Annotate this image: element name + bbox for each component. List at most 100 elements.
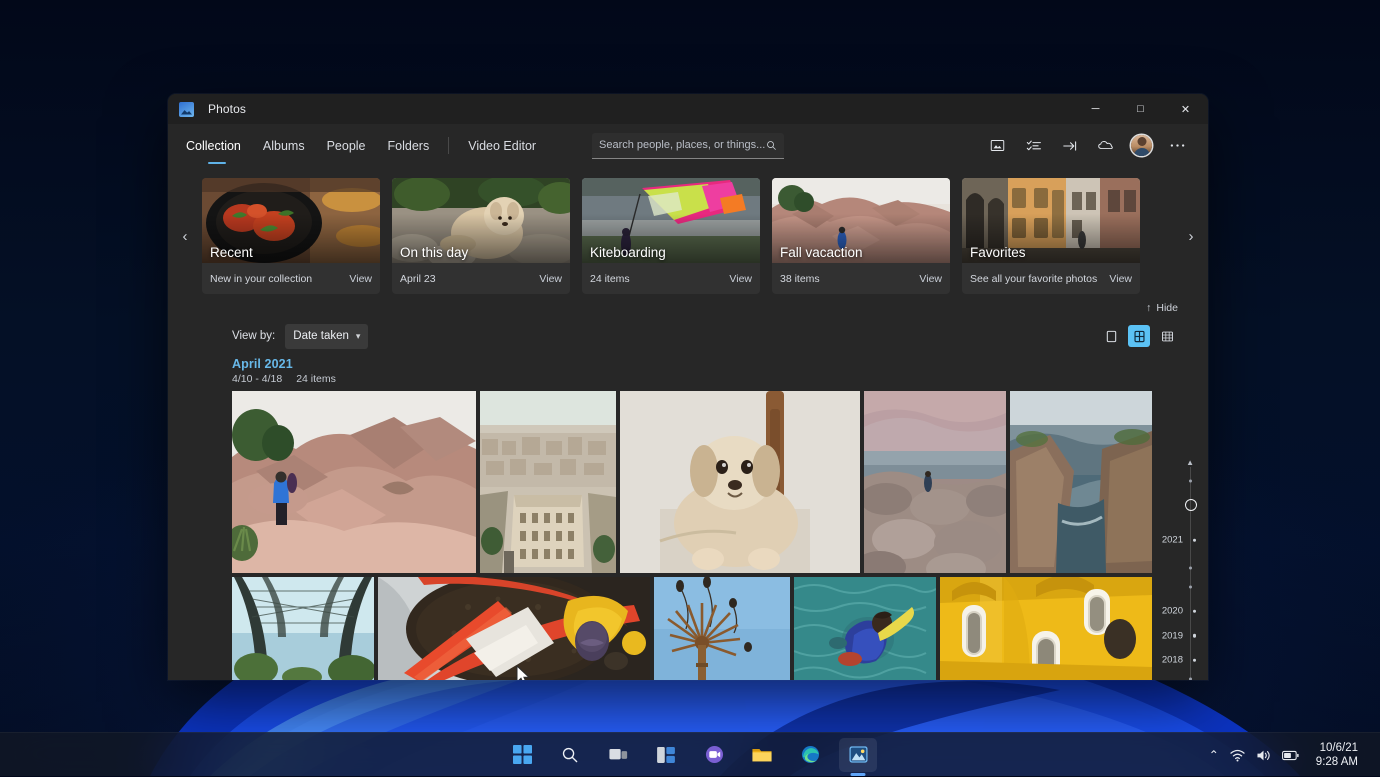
scrubber-dot <box>1189 678 1192 680</box>
wifi-icon[interactable] <box>1230 749 1245 762</box>
scrubber-year-2018[interactable]: 2018 <box>1162 655 1183 666</box>
layout-single-large-button[interactable] <box>1100 325 1122 347</box>
card-view-link[interactable]: View <box>349 273 372 285</box>
card-view-link[interactable]: View <box>919 273 942 285</box>
card-title: Kiteboarding <box>590 245 666 260</box>
scrubber-year-label: 2019 <box>1162 630 1183 641</box>
taskbar: ⌃ 10/6/21 9:28 AM <box>0 732 1380 776</box>
taskbar-icons <box>503 738 877 772</box>
onedrive-cloud-icon[interactable] <box>1089 131 1122 161</box>
card-view-link[interactable]: View <box>539 273 562 285</box>
widgets-icon[interactable] <box>647 738 685 772</box>
photo-swimmer[interactable] <box>794 577 936 680</box>
photos-app-icon <box>179 102 194 117</box>
layout-grid-medium-button[interactable] <box>1128 325 1150 347</box>
date-group-title[interactable]: April 2021 <box>232 357 1208 371</box>
layout-toggle-group <box>1100 325 1178 347</box>
tab-people[interactable]: People <box>316 124 377 167</box>
ellipsis-icon[interactable] <box>1161 131 1194 161</box>
photo-coast-cliff[interactable] <box>1010 391 1152 573</box>
scrubber-up-arrow[interactable]: ▲ <box>1186 459 1194 467</box>
chevron-down-icon: ▾ <box>356 331 361 342</box>
photo-row <box>232 391 1174 573</box>
search-taskbar-icon[interactable] <box>551 738 589 772</box>
file-explorer-icon[interactable] <box>743 738 781 772</box>
card-footer: 24 items View <box>582 263 760 294</box>
hide-carousel-row[interactable]: ↑ Hide <box>168 297 1208 319</box>
photo-red-ramp[interactable] <box>378 577 650 680</box>
photo-yellow-palace[interactable] <box>940 577 1152 680</box>
photos-app-window: Photos ─ □ ✕ Collection Albums People Fo… <box>168 94 1208 680</box>
search-box[interactable] <box>592 133 784 159</box>
scrubber-track[interactable]: 2021 2020 2019 2018 2017 <box>1157 467 1203 680</box>
tray-chevron-up-icon[interactable]: ⌃ <box>1209 748 1219 762</box>
volume-icon[interactable] <box>1256 749 1271 762</box>
view-by-dropdown[interactable]: Date taken ▾ <box>285 324 368 349</box>
scrubber-year-label: 2020 <box>1162 606 1183 617</box>
photo-beach-rocks[interactable] <box>864 391 1006 573</box>
photo-eiffel-tower[interactable] <box>232 577 374 680</box>
photos-taskbar-icon[interactable] <box>839 738 877 772</box>
system-tray: ⌃ 10/6/21 9:28 AM <box>1201 733 1372 777</box>
carousel-next-button[interactable]: › <box>1174 228 1208 245</box>
maximize-button[interactable]: □ <box>1118 94 1163 124</box>
year-scrubber[interactable]: ▲ 2021 2020 2019 2018 <box>1157 459 1203 680</box>
carousel-prev-button[interactable]: ‹ <box>168 228 202 245</box>
layout-grid-dense-button[interactable] <box>1156 325 1178 347</box>
photo-joshua-tree-hiker[interactable] <box>232 391 476 573</box>
command-bar: Collection Albums People Folders Video E… <box>168 124 1208 167</box>
card-image-skillet-food: Recent <box>202 178 380 263</box>
scrubber-handle[interactable] <box>1185 499 1197 511</box>
view-by-label: View by: <box>232 330 275 342</box>
start-button[interactable] <box>503 738 541 772</box>
carousel-card-fall-vacation[interactable]: Fall vacaction 38 items View <box>772 178 950 294</box>
tab-folders[interactable]: Folders <box>377 124 441 167</box>
close-button[interactable]: ✕ <box>1163 94 1208 124</box>
carousel-card-on-this-day[interactable]: On this day April 23 View <box>392 178 570 294</box>
card-subtitle: New in your collection <box>210 273 312 285</box>
scrubber-year-2019[interactable]: 2019 <box>1162 630 1183 641</box>
import-picture-icon[interactable] <box>981 131 1014 161</box>
card-footer: See all your favorite photos View <box>962 263 1140 294</box>
carousel-cards: Recent New in your collection View <box>202 178 1174 294</box>
window-controls: ─ □ ✕ <box>1073 94 1208 124</box>
scrubber-dot <box>1189 566 1192 569</box>
tab-video-editor[interactable]: Video Editor <box>457 124 547 167</box>
task-view-icon[interactable] <box>599 738 637 772</box>
tab-collection[interactable]: Collection <box>182 124 252 167</box>
carousel-card-favorites[interactable]: Favorites See all your favorite photos V… <box>962 178 1140 294</box>
date-group-header: April 2021 4/10 - 4/1824 items <box>168 353 1208 391</box>
card-image-dog-river: On this day <box>392 178 570 263</box>
clock-time: 9:28 AM <box>1316 755 1358 769</box>
arrow-to-line-icon[interactable] <box>1053 131 1086 161</box>
photo-city-aerial[interactable] <box>480 391 616 573</box>
search-input[interactable] <box>599 139 766 151</box>
highlights-carousel: ‹ <box>168 167 1208 297</box>
scrubber-year-label: 2018 <box>1162 655 1183 666</box>
search-icon <box>766 140 777 151</box>
account-avatar[interactable] <box>1125 131 1158 161</box>
battery-icon[interactable] <box>1282 750 1299 761</box>
photo-row <box>232 577 1174 680</box>
edge-browser-icon[interactable] <box>791 738 829 772</box>
clock[interactable]: 10/6/21 9:28 AM <box>1310 738 1364 772</box>
card-view-link[interactable]: View <box>729 273 752 285</box>
carousel-card-recent[interactable]: Recent New in your collection View <box>202 178 380 294</box>
scrubber-dot <box>1189 479 1192 482</box>
tab-albums[interactable]: Albums <box>252 124 316 167</box>
scrubber-year-label: 2021 <box>1162 535 1183 546</box>
card-view-link[interactable]: View <box>1109 273 1132 285</box>
carousel-card-kiteboarding[interactable]: Kiteboarding 24 items View <box>582 178 760 294</box>
clock-date: 10/6/21 <box>1316 741 1358 755</box>
photo-dog-chair[interactable] <box>620 391 860 573</box>
content-area: ‹ <box>168 167 1208 680</box>
card-title: Recent <box>210 245 253 260</box>
card-title: Fall vacaction <box>780 245 863 260</box>
photo-firework-sky[interactable] <box>654 577 790 680</box>
title-bar[interactable]: Photos ─ □ ✕ <box>168 94 1208 124</box>
scrubber-year-2021[interactable]: 2021 <box>1162 535 1183 546</box>
scrubber-year-2020[interactable]: 2020 <box>1162 606 1183 617</box>
minimize-button[interactable]: ─ <box>1073 94 1118 124</box>
teams-chat-icon[interactable] <box>695 738 733 772</box>
select-checklist-icon[interactable] <box>1017 131 1050 161</box>
